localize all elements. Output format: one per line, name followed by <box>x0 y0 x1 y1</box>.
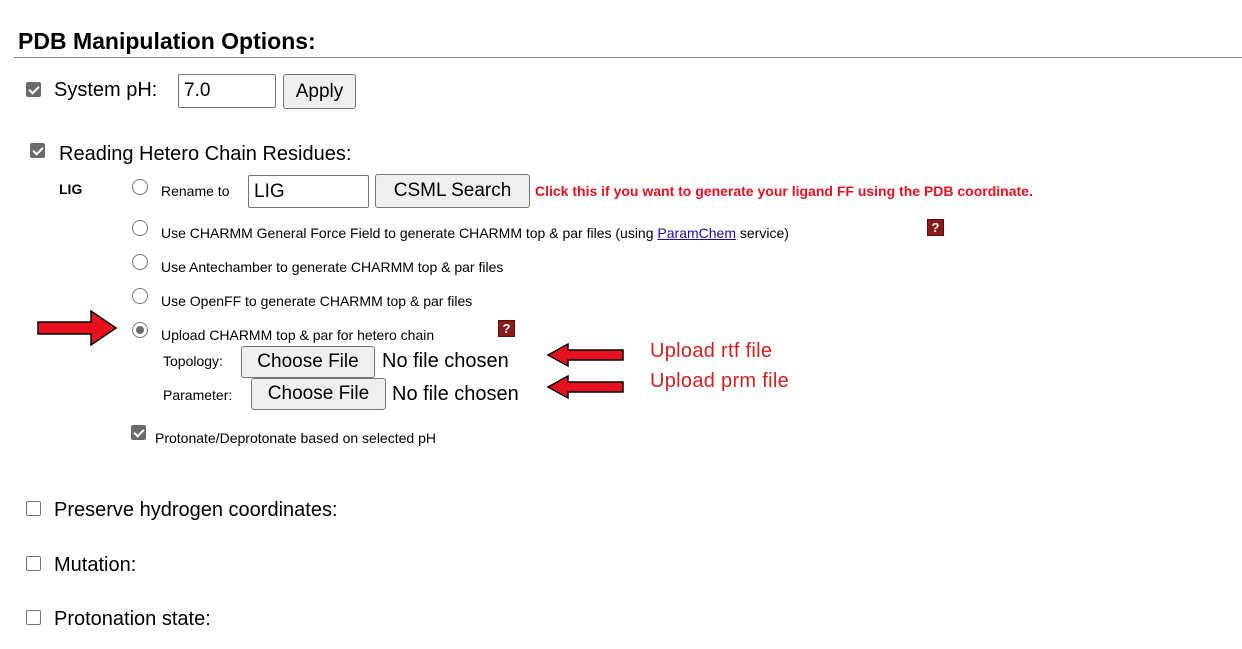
help-icon[interactable]: ? <box>927 219 944 236</box>
parameter-choose-file-button[interactable]: Choose File <box>251 378 386 410</box>
upload-radio[interactable] <box>132 322 148 338</box>
preserve-h-checkbox[interactable] <box>26 501 41 516</box>
antechamber-label: Use Antechamber to generate CHARMM top &… <box>161 259 504 275</box>
topology-choose-file-button[interactable]: Choose File <box>241 346 375 378</box>
protonate-label: Protonate/Deprotonate based on selected … <box>155 430 436 446</box>
upload-label: Upload CHARMM top & par for hetero chain <box>161 327 435 343</box>
annotation-rtf: Upload rtf file <box>650 340 773 362</box>
cgenff-text: Use CHARMM General Force Field to genera… <box>161 225 654 241</box>
hetero-label: Reading Hetero Chain Residues: <box>59 143 352 165</box>
csml-note: Click this if you want to generate your … <box>535 183 1033 199</box>
cgenff-radio[interactable] <box>132 220 148 236</box>
openff-radio[interactable] <box>132 288 148 304</box>
rename-input[interactable] <box>248 175 369 208</box>
csml-search-button[interactable]: CSML Search <box>375 174 530 208</box>
mutation-checkbox[interactable] <box>26 556 41 571</box>
system-ph-label: System pH: <box>54 79 158 101</box>
chain-id-label: LIG <box>59 181 83 197</box>
left-arrow-icon <box>546 374 624 400</box>
protonate-checkbox[interactable] <box>131 425 146 440</box>
rename-label: Rename to <box>161 183 230 199</box>
openff-label: Use OpenFF to generate CHARMM top & par … <box>161 293 473 309</box>
system-ph-checkbox[interactable] <box>26 82 41 97</box>
preserve-h-label: Preserve hydrogen coordinates: <box>54 499 338 521</box>
system-ph-input[interactable] <box>178 74 276 108</box>
section-title: PDB Manipulation Options: <box>18 28 316 54</box>
rename-radio[interactable] <box>132 179 148 195</box>
cgenff-suffix: service) <box>739 225 789 241</box>
pointer-arrow-icon <box>37 309 118 347</box>
topology-label: Topology: <box>163 353 223 369</box>
help-icon[interactable]: ? <box>498 320 515 337</box>
protonation-checkbox[interactable] <box>26 610 41 625</box>
parameter-file-status: No file chosen <box>392 383 519 405</box>
mutation-label: Mutation: <box>54 554 137 576</box>
title-divider <box>14 57 1242 58</box>
topology-file-status: No file chosen <box>382 350 509 372</box>
annotation-prm: Upload prm file <box>650 370 790 392</box>
left-arrow-icon <box>546 342 624 368</box>
protonation-label: Protonation state: <box>54 608 211 630</box>
paramchem-link[interactable]: ParamChem <box>657 225 736 241</box>
hetero-checkbox[interactable] <box>30 143 45 158</box>
antechamber-radio[interactable] <box>132 254 148 270</box>
parameter-label: Parameter: <box>163 387 233 403</box>
cgenff-label: Use CHARMM General Force Field to genera… <box>161 225 789 241</box>
apply-button[interactable]: Apply <box>283 74 356 109</box>
